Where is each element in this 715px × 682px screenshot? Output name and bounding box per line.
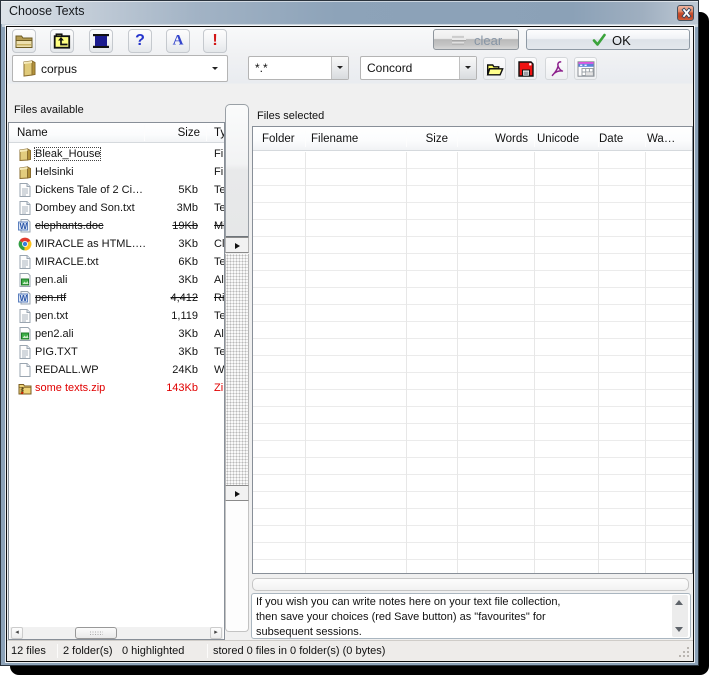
- svg-text:W: W: [20, 294, 28, 303]
- svg-text:W: W: [20, 222, 28, 231]
